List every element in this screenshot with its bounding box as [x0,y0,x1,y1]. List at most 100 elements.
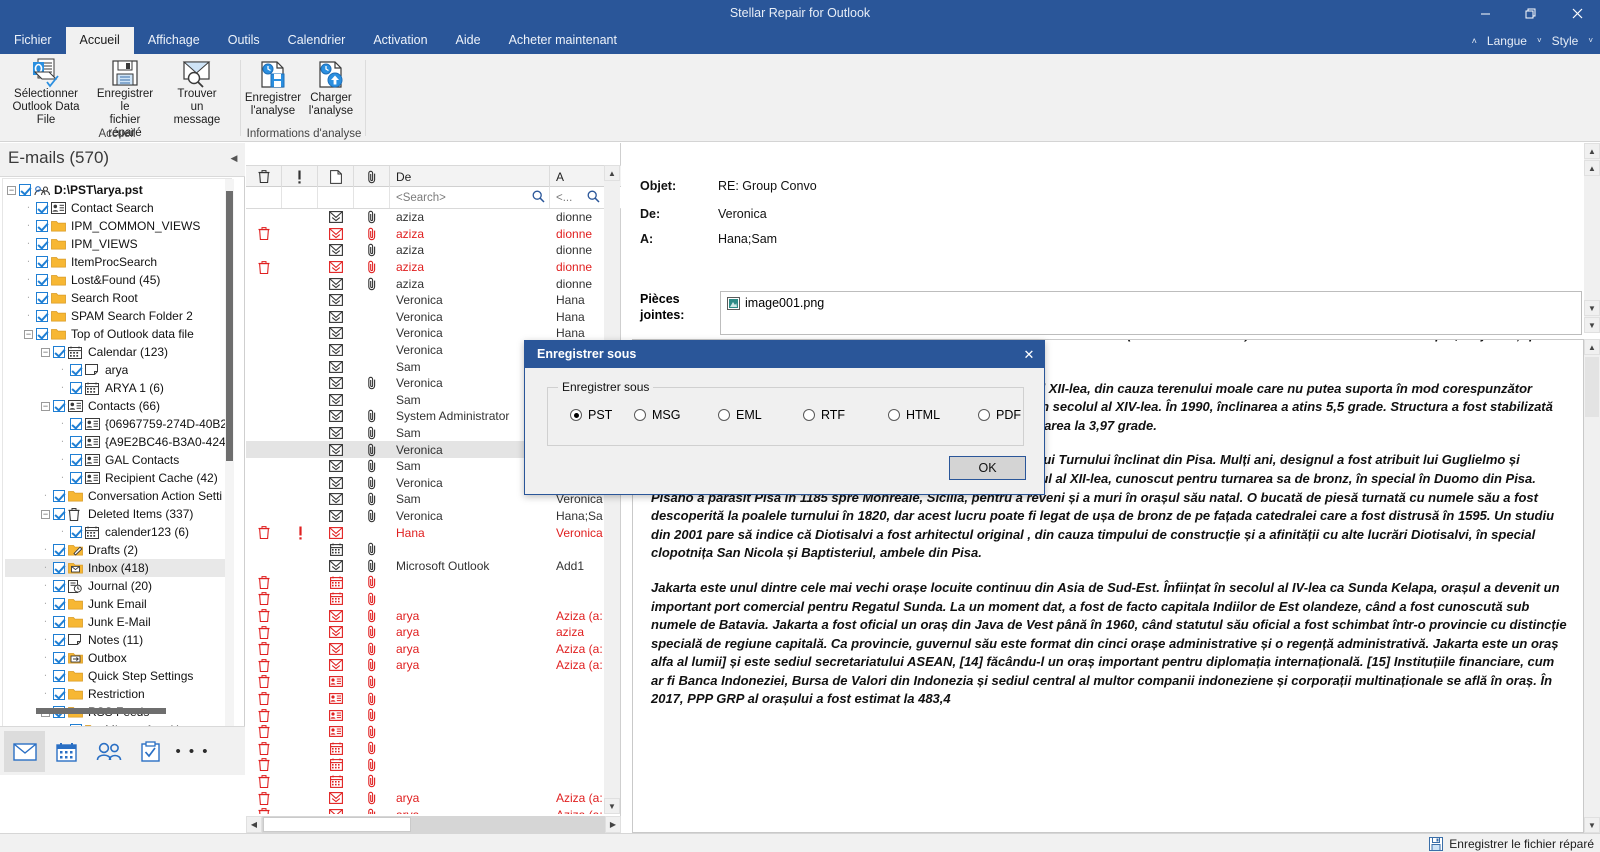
body-vertical-scrollbar[interactable]: ▲ ▼ [1584,339,1600,833]
header-vertical-scrollbar[interactable]: ▲ ▲ ▼ ▼ [1584,143,1600,333]
message-row[interactable]: arya aziza [246,624,605,641]
maximize-restore-button[interactable] [1508,0,1554,27]
ribbon-save-scan[interactable]: Enregistrer l'analyse [244,54,302,122]
tree-item[interactable]: ‧ SPAM Search Folder 2 [5,307,232,325]
message-row[interactable]: Veronica Hana [246,309,605,326]
tree-item[interactable]: ‧ IPM_VIEWS [5,235,232,253]
scroll-down-button[interactable]: ▼ [604,798,620,814]
from-filter-input[interactable]: <Search> [390,192,446,204]
message-row[interactable] [246,541,605,558]
ribbon-load-scan[interactable]: Charger l'analyse [302,54,360,122]
ok-button[interactable]: OK [949,456,1026,480]
tree-checkbox[interactable] [53,670,65,682]
tab-outils[interactable]: Outils [214,27,274,54]
tree-collapse-toggle-icon[interactable]: − [39,346,52,359]
radio-dot[interactable] [634,409,646,421]
nav-calendar-button[interactable] [46,731,87,772]
tree-checkbox[interactable] [36,202,48,214]
tree-checkbox[interactable] [53,544,65,556]
message-list-rows[interactable]: aziza dionne aziza dionne aziza dionne aziza di… [246,209,605,814]
tree-checkbox[interactable] [53,562,65,574]
ribbon-save-repaired-file[interactable]: Enregistrer le fichier réparé [86,54,164,139]
tree-checkbox[interactable] [70,472,82,484]
tree-item[interactable]: ‧ GAL Contacts [5,451,232,469]
tree-collapse-toggle-icon[interactable]: − [39,400,52,413]
message-row[interactable]: aziza dionne [246,242,605,259]
tree-checkbox[interactable] [36,220,48,232]
ribbon-find-message[interactable]: Trouver un message [164,54,230,126]
tree-item[interactable]: ‧ Quick Step Settings [5,667,232,685]
tree-checkbox[interactable] [36,238,48,250]
tree-checkbox[interactable] [70,364,82,376]
nav-mail-button[interactable] [4,731,45,772]
tree-checkbox[interactable] [36,328,48,340]
attachments-box[interactable]: image001.png [720,291,1582,335]
header-scroll-up-button-2[interactable]: ▲ [1584,160,1600,176]
message-row[interactable] [246,773,605,790]
tree-item[interactable]: ‧ Conversation Action Setti [5,487,232,505]
tree-item[interactable]: − Deleted Items (337) [5,505,232,523]
message-row[interactable] [246,690,605,707]
tree-item[interactable]: ‧ Junk Email [5,595,232,613]
tree-item[interactable]: ‧ Recipient Cache (42) [5,469,232,487]
nav-contacts-button[interactable] [88,731,129,772]
tree-item[interactable]: ‧ ARYA 1 (6) [5,379,232,397]
tree-checkbox[interactable] [36,274,48,286]
radio-pdf[interactable]: PDF [978,408,1021,422]
column-header-to[interactable]: A [550,166,605,187]
radio-dot[interactable] [978,409,990,421]
tab-affichage[interactable]: Affichage [134,27,214,54]
message-row[interactable] [246,740,605,757]
radio-eml[interactable]: EML [718,408,762,422]
column-header-deleted[interactable] [246,166,282,187]
tree-checkbox[interactable] [36,292,48,304]
tab-accueil[interactable]: Accueil [65,27,134,54]
radio-dot[interactable] [570,409,582,421]
tree-item[interactable]: − Calendar (123) [5,343,232,361]
filter-cell-from[interactable]: <Search> [390,187,550,208]
tree-item[interactable]: ‧ arya [5,361,232,379]
style-menu[interactable]: Style [1549,34,1582,48]
tab-fichier[interactable]: Fichier [0,27,66,54]
attachment-item[interactable]: image001.png [727,296,824,310]
tree-item[interactable]: ‧ Contact Search [5,199,232,217]
nav-more-button[interactable]: • • • [172,731,213,772]
tab-aide[interactable]: Aide [442,27,495,54]
message-row[interactable]: Veronica Hana;Sa [246,508,605,525]
tree-checkbox[interactable] [53,688,65,700]
column-header-type[interactable] [318,166,354,187]
langue-menu[interactable]: Langue [1484,34,1530,48]
body-scroll-up-button[interactable]: ▲ [1584,339,1600,355]
tree-checkbox[interactable] [53,616,65,628]
tree-checkbox[interactable] [70,382,82,394]
scrollbar-thumb-horizontal[interactable] [36,708,166,714]
to-filter-input[interactable]: <... [550,192,572,204]
tree-checkbox[interactable] [53,346,65,358]
message-row[interactable]: arya Aziza (a: [246,790,605,807]
radio-html[interactable]: HTML [888,408,940,422]
folder-tree-scroll[interactable]: − D:\PST\arya.pst ‧ Contact Search ‧ IPM_COMM… [2,178,232,738]
header-scroll-up-button[interactable]: ▲ [1584,143,1600,159]
tree-checkbox[interactable] [53,634,65,646]
scroll-up-button[interactable]: ▲ [604,165,620,181]
scrollbar-thumb-horizontal[interactable] [263,817,411,832]
message-row[interactable] [246,574,605,591]
tree-item[interactable]: ‧ Journal (20) [5,577,232,595]
tree-item[interactable]: ‧ IPM_COMMON_VIEWS [5,217,232,235]
message-row[interactable]: arya Aziza (a: [246,640,605,657]
tree-checkbox[interactable] [53,490,65,502]
tree-item[interactable]: ‧ Lost&Found (45) [5,271,232,289]
message-row[interactable]: aziza dionne [246,209,605,226]
column-header-priority[interactable] [282,166,318,187]
tree-checkbox[interactable] [53,598,65,610]
radio-dot[interactable] [718,409,730,421]
header-scroll-down-button[interactable]: ▼ [1584,300,1600,316]
tree-item[interactable]: − Top of Outlook data file [5,325,232,343]
scroll-right-button[interactable]: ▶ [605,816,621,833]
tab-acheter-maintenant[interactable]: Acheter maintenant [495,27,631,54]
tree-item[interactable]: ‧ {A9E2BC46-B3A0-4243 [5,433,232,451]
message-row[interactable] [246,757,605,774]
tree-checkbox[interactable] [53,580,65,592]
message-row[interactable]: aziza dionne [246,275,605,292]
message-list-horizontal-scrollbar[interactable]: ◀ ▶ [246,816,621,833]
